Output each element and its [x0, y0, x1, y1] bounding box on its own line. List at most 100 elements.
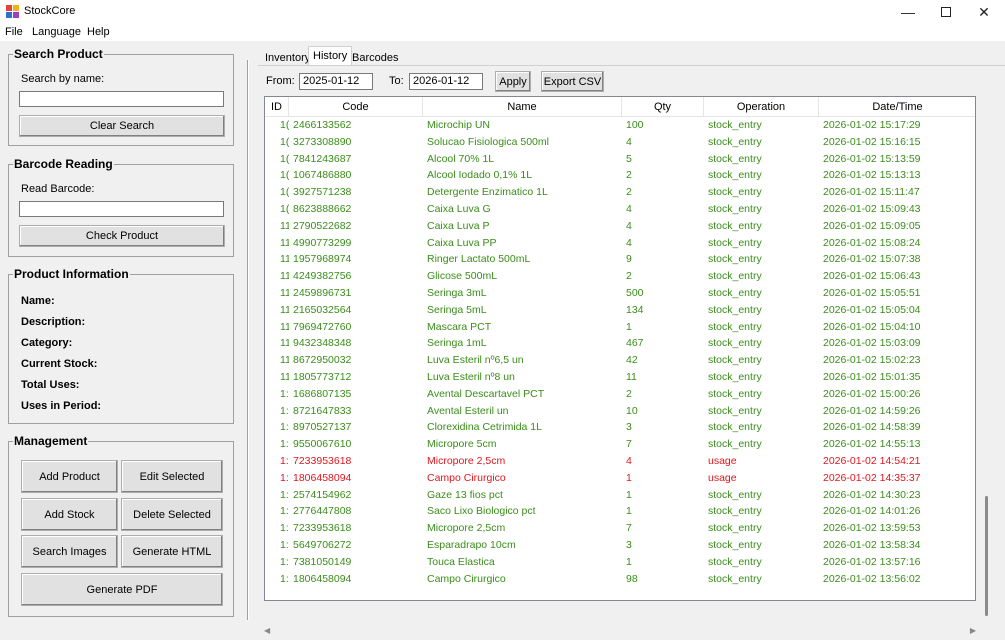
- table-row[interactable]: 1(2466133562 Microchip UN 100 stock_entry 20…: [265, 117, 975, 134]
- barcode-group-title: Barcode Reading: [13, 157, 114, 171]
- panel-separator[interactable]: [247, 60, 249, 620]
- add-product-button[interactable]: Add Product: [21, 460, 118, 493]
- cell-datetime: 2026-01-02 15:08:24: [823, 236, 921, 249]
- from-date-input[interactable]: 2025-01-12: [299, 73, 373, 90]
- column-header-name[interactable]: Name: [423, 97, 622, 117]
- cell-operation: stock_entry: [708, 421, 762, 434]
- cell-id: 1:: [280, 488, 289, 501]
- column-header-code[interactable]: Code: [289, 97, 423, 117]
- column-header-id[interactable]: ID: [265, 97, 289, 117]
- scroll-right-icon[interactable]: ▶: [970, 626, 976, 635]
- cell-operation: usage: [708, 454, 737, 467]
- to-date-input[interactable]: 2026-01-12: [409, 73, 483, 90]
- table-row[interactable]: 11 4990773299 Caixa Luva PP 4 stock_entry 202…: [265, 235, 975, 252]
- cell-qty: 4: [626, 454, 632, 467]
- table-row[interactable]: 1: 1806458094 Campo Cirurgico 98 stock_entry…: [265, 571, 975, 588]
- cell-datetime: 2026-01-02 14:54:21: [823, 454, 921, 467]
- column-header-qty[interactable]: Qty: [622, 97, 704, 117]
- table-row[interactable]: 1(1067486880 Alcool Iodado 0,1% 1L 2 stock_…: [265, 167, 975, 184]
- edit-selected-button[interactable]: Edit Selected: [121, 460, 223, 493]
- table-row[interactable]: 11 8672950032 Luva Esteril nº6,5 un 42 stock…: [265, 352, 975, 369]
- cell-datetime: 2026-01-02 15:00:26: [823, 387, 921, 400]
- table-row[interactable]: 1: 5649706272 Esparadrapo 10cm 3 stock_entry…: [265, 537, 975, 554]
- table-row[interactable]: 11 1805773712 Luva Esteril nº8 un 11 stock_e…: [265, 369, 975, 386]
- cell-code: 2466133562: [293, 119, 352, 131]
- vertical-scrollbar-thumb[interactable]: [985, 496, 988, 616]
- generate-html-button[interactable]: Generate HTML: [121, 535, 223, 568]
- cell-datetime: 2026-01-02 14:55:13: [823, 438, 921, 451]
- minimize-icon[interactable]: —: [889, 0, 927, 24]
- horizontal-scrollbar[interactable]: ◀ ▶: [264, 626, 976, 640]
- cell-qty: 11: [626, 370, 637, 383]
- cell-code: 8672950032: [293, 354, 352, 367]
- delete-selected-button[interactable]: Delete Selected: [121, 498, 223, 531]
- history-table[interactable]: ID Code Name Qty Operation Date/Time 1(246613…: [264, 96, 976, 601]
- close-icon[interactable]: ✕: [965, 0, 1003, 24]
- cell-id: 1:: [280, 404, 289, 417]
- cell-operation: stock_entry: [708, 253, 762, 266]
- table-row[interactable]: 1: 7381050149 Touca Elastica 1 stock_entry 20…: [265, 554, 975, 571]
- maximize-icon[interactable]: [927, 0, 965, 24]
- generate-pdf-button[interactable]: Generate PDF: [21, 573, 223, 606]
- clear-search-button[interactable]: Clear Search: [19, 115, 225, 137]
- cell-operation: stock_entry: [708, 505, 762, 518]
- cell-name: Seringa 1mL: [427, 337, 487, 350]
- table-row[interactable]: 1(3273308890 Solucao Fisiologica 500ml 4 st…: [265, 134, 975, 151]
- table-row[interactable]: 11 4249382756 Glicose 500mL 2 stock_entry 202…: [265, 268, 975, 285]
- menu-help[interactable]: Help: [87, 26, 110, 38]
- barcode-input[interactable]: [19, 201, 224, 217]
- table-row[interactable]: 11 2790522682 Caixa Luva P 4 stock_entry 2026…: [265, 218, 975, 235]
- table-row[interactable]: 1: 1686807135 Avental Descartavel PCT 2 stoc…: [265, 386, 975, 403]
- table-row[interactable]: 1(3927571238 Detergente Enzimatico 1L 2 sto…: [265, 184, 975, 201]
- cell-operation: stock_entry: [708, 219, 762, 232]
- table-row[interactable]: 1(7841243687 Alcool 70% 1L 5 stock_entry 202…: [265, 151, 975, 168]
- export-csv-button[interactable]: Export CSV: [541, 71, 604, 92]
- column-header-datetime[interactable]: Date/Time: [819, 97, 975, 117]
- add-stock-button[interactable]: Add Stock: [21, 498, 118, 531]
- search-input[interactable]: [19, 91, 224, 107]
- cell-datetime: 2026-01-02 14:59:26: [823, 404, 921, 417]
- table-row[interactable]: 11 1957968974 Ringer Lactato 500mL 9 stock_e…: [265, 251, 975, 268]
- cell-code: 1806458094: [293, 572, 352, 585]
- cell-operation: stock_entry: [708, 522, 762, 535]
- info-description-label: Description:: [21, 316, 86, 328]
- check-product-button[interactable]: Check Product: [19, 225, 225, 247]
- table-row[interactable]: 1: 7233953618 Micropore 2,5cm 4 usage 2026-01…: [265, 453, 975, 470]
- cell-qty: 1: [626, 471, 632, 484]
- table-row[interactable]: 1: 7233953618 Micropore 2,5cm 7 stock_entry 2…: [265, 520, 975, 537]
- table-row[interactable]: 1: 8721647833 Avental Esteril un 10 stock_en…: [265, 403, 975, 420]
- tab-history[interactable]: History: [308, 46, 353, 66]
- cell-code: 8623888662: [293, 202, 352, 215]
- cell-id: 1:: [280, 538, 289, 551]
- tab-inventory[interactable]: Inventory: [260, 48, 315, 66]
- cell-operation: stock_entry: [708, 169, 762, 182]
- cell-qty: 3: [626, 538, 632, 551]
- table-row[interactable]: 11 7969472760 Mascara PCT 1 stock_entry 2026-…: [265, 319, 975, 336]
- cell-id: 1:: [280, 505, 289, 518]
- search-images-button[interactable]: Search Images: [21, 535, 118, 568]
- cell-code: 4990773299: [293, 236, 352, 249]
- cell-operation: stock_entry: [708, 286, 762, 299]
- table-row[interactable]: 1(8623888662 Caixa Luva G 4 stock_entry 2026…: [265, 201, 975, 218]
- menu-language[interactable]: Language: [32, 26, 81, 38]
- scroll-left-icon[interactable]: ◀: [264, 626, 270, 635]
- cell-name: Solucao Fisiologica 500ml: [427, 135, 549, 148]
- table-row[interactable]: 1: 2776447808 Saco Lixo Biologico pct 1 stoc…: [265, 503, 975, 520]
- cell-qty: 100: [626, 119, 644, 131]
- table-row[interactable]: 11 2459896731 Seringa 3mL 500 stock_entry 202…: [265, 285, 975, 302]
- cell-datetime: 2026-01-02 13:59:53: [823, 522, 921, 535]
- table-row[interactable]: 1: 8970527137 Clorexidina Cetrimida 1L 3 sto…: [265, 419, 975, 436]
- apply-button[interactable]: Apply: [495, 71, 531, 92]
- table-row[interactable]: 11 2165032564 Seringa 5mL 134 stock_entry 202…: [265, 302, 975, 319]
- cell-id: 11: [280, 303, 289, 316]
- tab-barcodes[interactable]: Barcodes: [347, 48, 403, 66]
- cell-qty: 98: [626, 572, 638, 585]
- table-row[interactable]: 1: 1806458094 Campo Cirurgico 1 usage 2026-01…: [265, 470, 975, 487]
- column-header-operation[interactable]: Operation: [704, 97, 819, 117]
- table-row[interactable]: 1: 9550067610 Micropore 5cm 7 stock_entry 202…: [265, 436, 975, 453]
- table-row[interactable]: 11 9432348348 Seringa 1mL 467 stock_entry 202…: [265, 335, 975, 352]
- table-row[interactable]: 1: 2574154962 Gaze 13 fios pct 1 stock_entry…: [265, 487, 975, 504]
- cell-id: 11: [280, 236, 289, 249]
- menu-file[interactable]: File: [5, 26, 23, 38]
- cell-qty: 1: [626, 488, 632, 501]
